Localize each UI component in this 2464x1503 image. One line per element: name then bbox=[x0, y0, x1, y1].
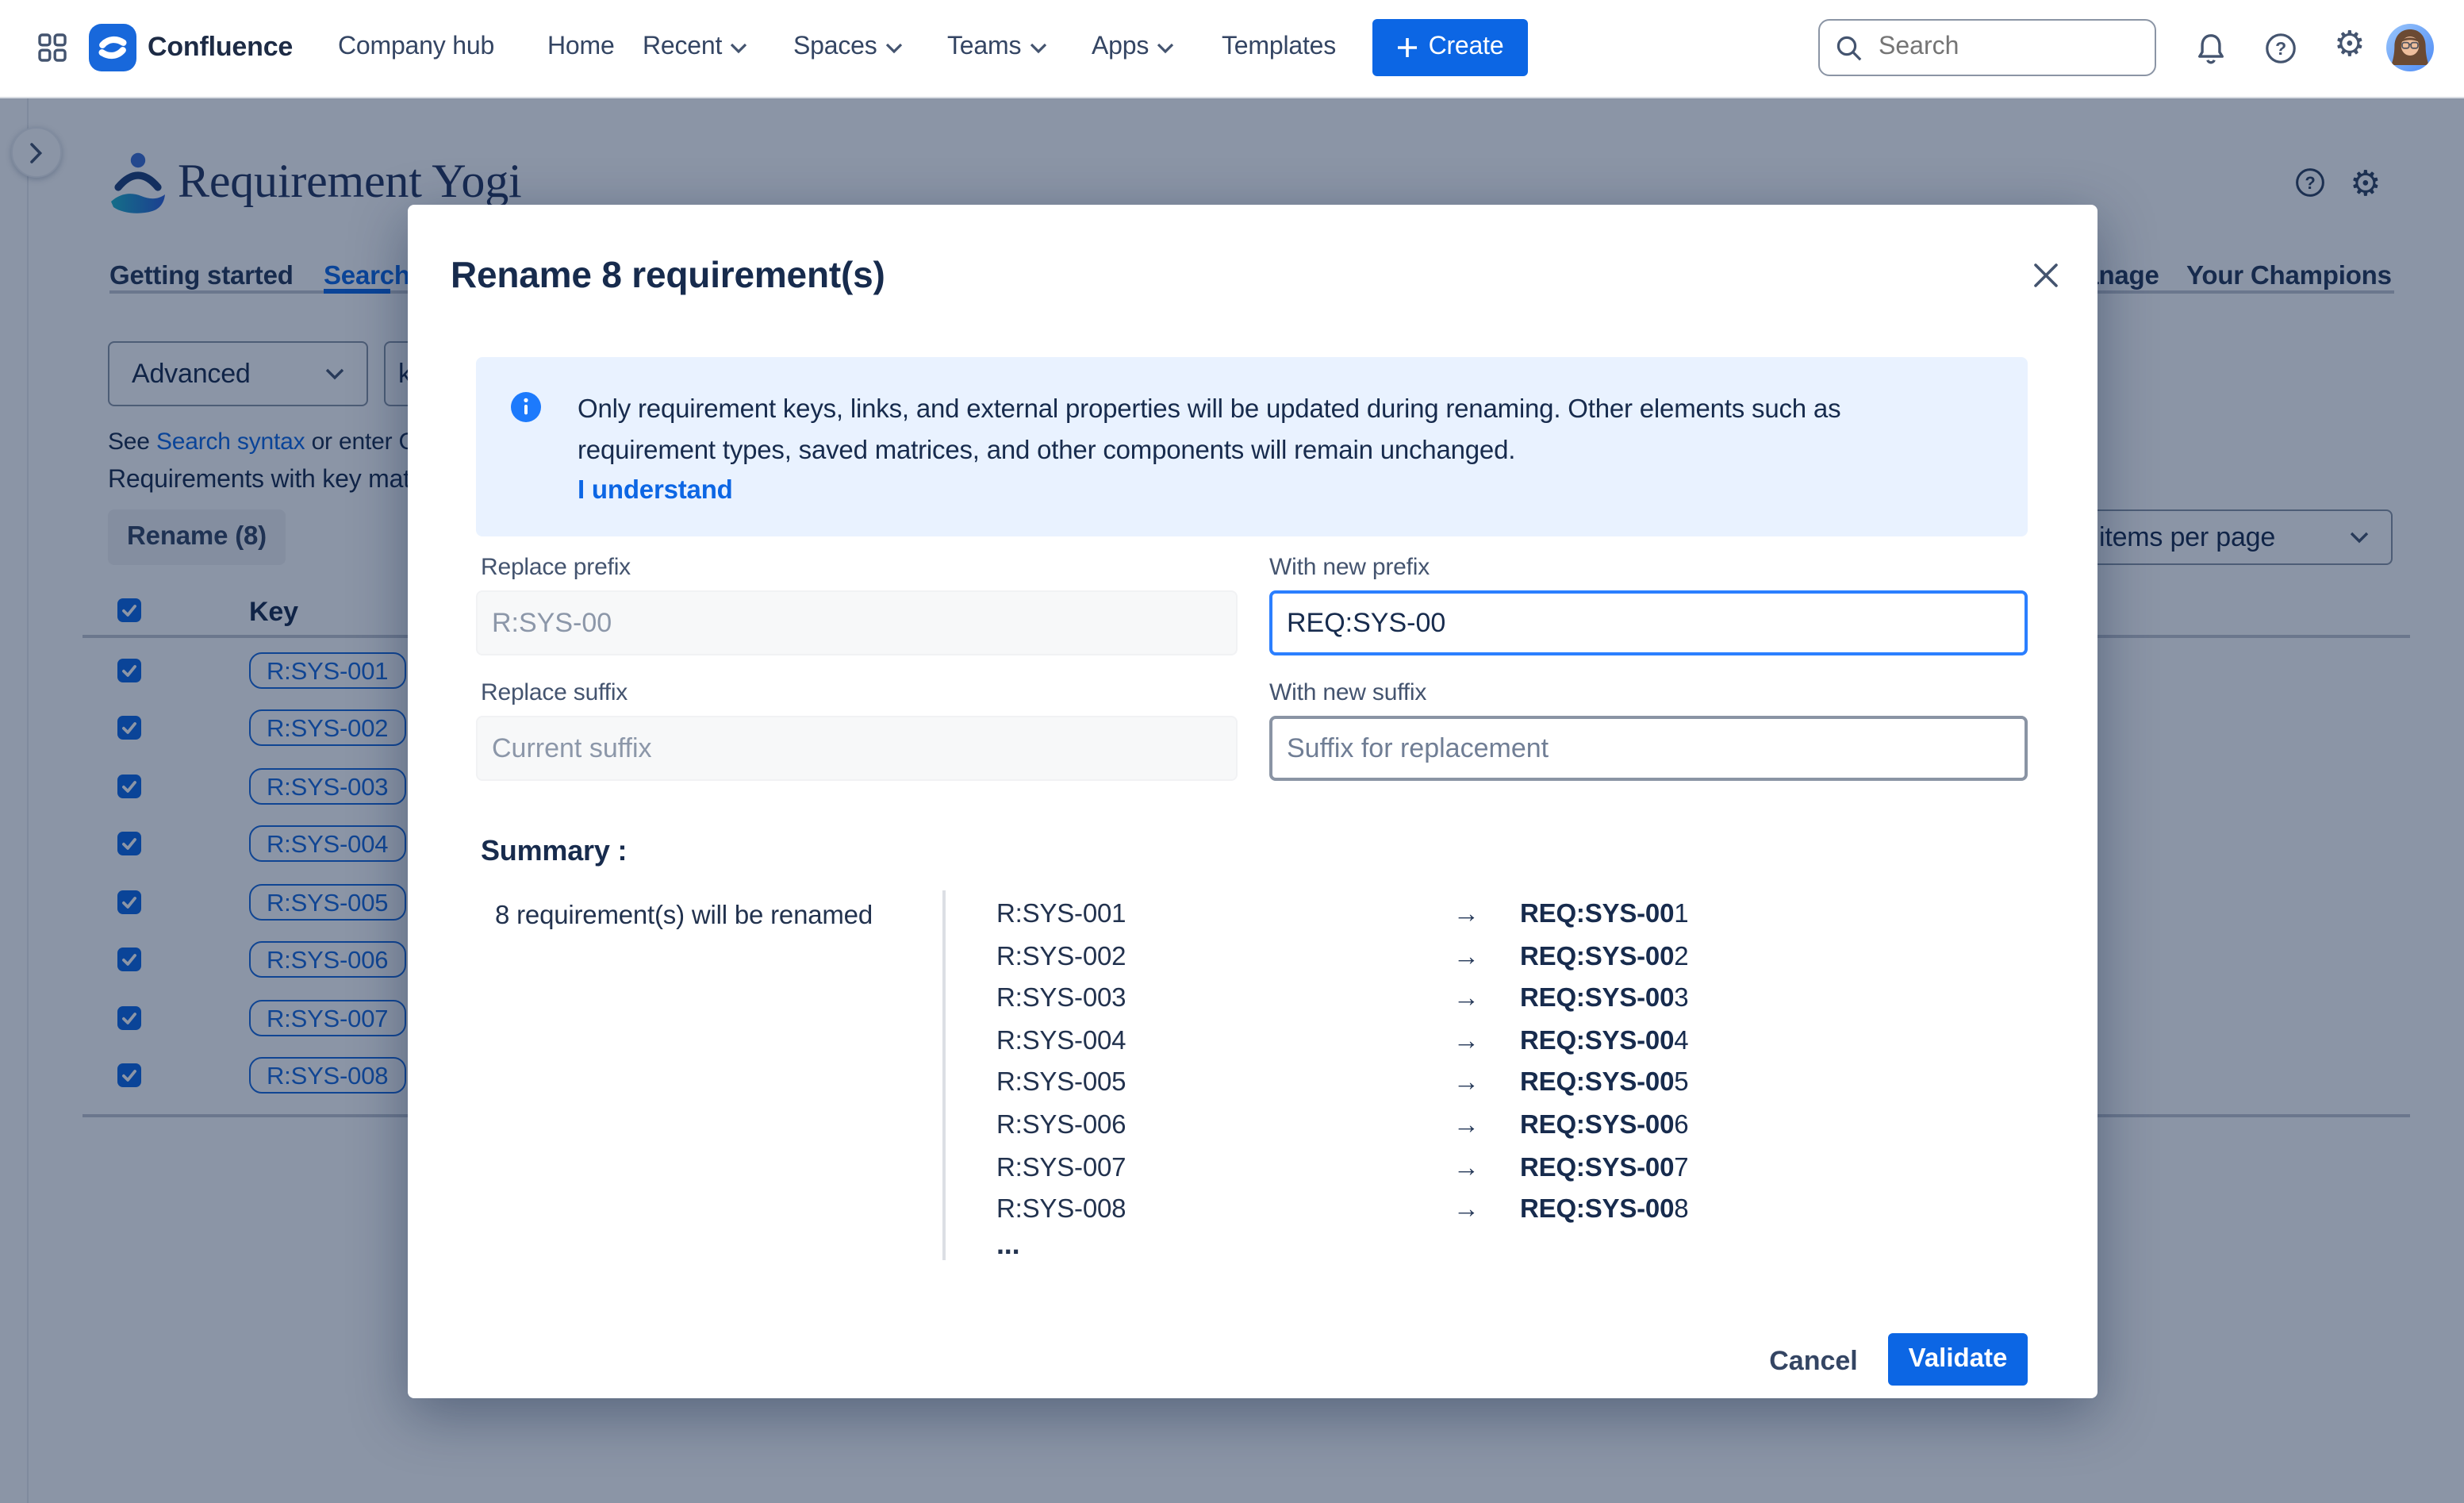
validate-button[interactable]: Validate bbox=[1888, 1333, 2028, 1386]
app-switcher-icon[interactable] bbox=[38, 33, 67, 62]
info-banner: Only requirement keys, links, and extern… bbox=[476, 357, 2028, 536]
rename-dialog: Rename 8 requirement(s) Only requirement… bbox=[407, 205, 2097, 1397]
replace-suffix-input[interactable] bbox=[476, 716, 1238, 781]
summary-heading: Summary : bbox=[481, 835, 627, 868]
application-root: Confluence Company hub Home Recent Space… bbox=[0, 0, 2464, 1503]
nav-item-home[interactable]: Home bbox=[547, 0, 615, 95]
arrow-right-icon: → bbox=[1453, 900, 1480, 930]
arrow-right-icon: → bbox=[1453, 1195, 1480, 1225]
rename-preview-row: R:SYS-001→ REQ:SYS-001 bbox=[996, 897, 2012, 939]
plus-icon bbox=[1397, 37, 1419, 59]
new-prefix-label: With new prefix bbox=[1269, 554, 1430, 581]
new-suffix-input[interactable] bbox=[1269, 716, 2027, 781]
chevron-down-icon bbox=[1157, 42, 1174, 53]
bell-icon[interactable] bbox=[2194, 32, 2228, 65]
global-search[interactable] bbox=[1818, 19, 2156, 76]
arrow-right-icon: → bbox=[1453, 984, 1480, 1014]
arrow-right-icon: → bbox=[1453, 942, 1480, 972]
create-button[interactable]: Create bbox=[1372, 19, 1528, 76]
nav-item-apps[interactable]: Apps bbox=[1092, 0, 1174, 95]
rename-preview-list: R:SYS-001→ REQ:SYS-001 R:SYS-002→ REQ:SY… bbox=[996, 897, 2012, 1235]
search-input[interactable] bbox=[1875, 32, 2120, 63]
avatar[interactable] bbox=[2386, 24, 2434, 71]
search-icon bbox=[1836, 34, 1863, 61]
cancel-button[interactable]: Cancel bbox=[1754, 1343, 1873, 1381]
rename-preview-row: R:SYS-004→ REQ:SYS-004 bbox=[996, 1024, 2012, 1066]
rename-preview-row: R:SYS-007→ REQ:SYS-007 bbox=[996, 1150, 2012, 1192]
nav-item-spaces[interactable]: Spaces bbox=[793, 0, 903, 95]
nav-item-recent[interactable]: Recent bbox=[643, 0, 747, 95]
arrow-right-icon: → bbox=[1453, 1069, 1480, 1099]
summary-divider bbox=[942, 890, 945, 1260]
confluence-logo-icon[interactable] bbox=[89, 24, 136, 71]
dialog-title: Rename 8 requirement(s) bbox=[451, 254, 885, 297]
arrow-right-icon: → bbox=[1453, 1111, 1480, 1141]
rename-preview-row: R:SYS-003→ REQ:SYS-003 bbox=[996, 981, 2012, 1023]
summary-ellipsis: ... bbox=[996, 1228, 1019, 1262]
gear-icon[interactable]: ⚙ bbox=[2334, 27, 2367, 60]
chevron-down-icon bbox=[885, 42, 903, 53]
chevron-down-icon bbox=[730, 42, 747, 53]
replace-prefix-input[interactable] bbox=[476, 590, 1238, 655]
replace-suffix-label: Replace suffix bbox=[481, 679, 628, 706]
top-navigation: Confluence Company hub Home Recent Space… bbox=[0, 0, 2464, 98]
info-banner-text: Only requirement keys, links, and extern… bbox=[578, 389, 1840, 471]
i-understand-link[interactable]: I understand bbox=[578, 476, 733, 506]
arrow-right-icon: → bbox=[1453, 1153, 1480, 1183]
summary-count: 8 requirement(s) will be renamed bbox=[495, 901, 873, 932]
info-icon bbox=[511, 392, 541, 422]
close-icon[interactable] bbox=[2028, 257, 2063, 292]
replace-prefix-label: Replace prefix bbox=[481, 554, 631, 581]
nav-item-company-hub[interactable]: Company hub bbox=[338, 0, 494, 95]
chevron-down-icon bbox=[1029, 42, 1046, 53]
brand-name: Confluence bbox=[148, 32, 293, 63]
nav-item-templates[interactable]: Templates bbox=[1222, 0, 1336, 95]
rename-preview-row: R:SYS-006→ REQ:SYS-006 bbox=[996, 1108, 2012, 1150]
rename-preview-row: R:SYS-002→ REQ:SYS-002 bbox=[996, 939, 2012, 981]
rename-preview-row: R:SYS-005→ REQ:SYS-005 bbox=[996, 1066, 2012, 1108]
new-prefix-input[interactable] bbox=[1269, 590, 2027, 655]
nav-item-teams[interactable]: Teams bbox=[947, 0, 1046, 95]
svg-text:?: ? bbox=[2275, 38, 2286, 59]
rename-preview-row: R:SYS-008→ REQ:SYS-008 bbox=[996, 1192, 2012, 1234]
new-suffix-label: With new suffix bbox=[1269, 679, 1426, 706]
help-icon[interactable]: ? bbox=[2264, 32, 2297, 65]
arrow-right-icon: → bbox=[1453, 1027, 1480, 1057]
